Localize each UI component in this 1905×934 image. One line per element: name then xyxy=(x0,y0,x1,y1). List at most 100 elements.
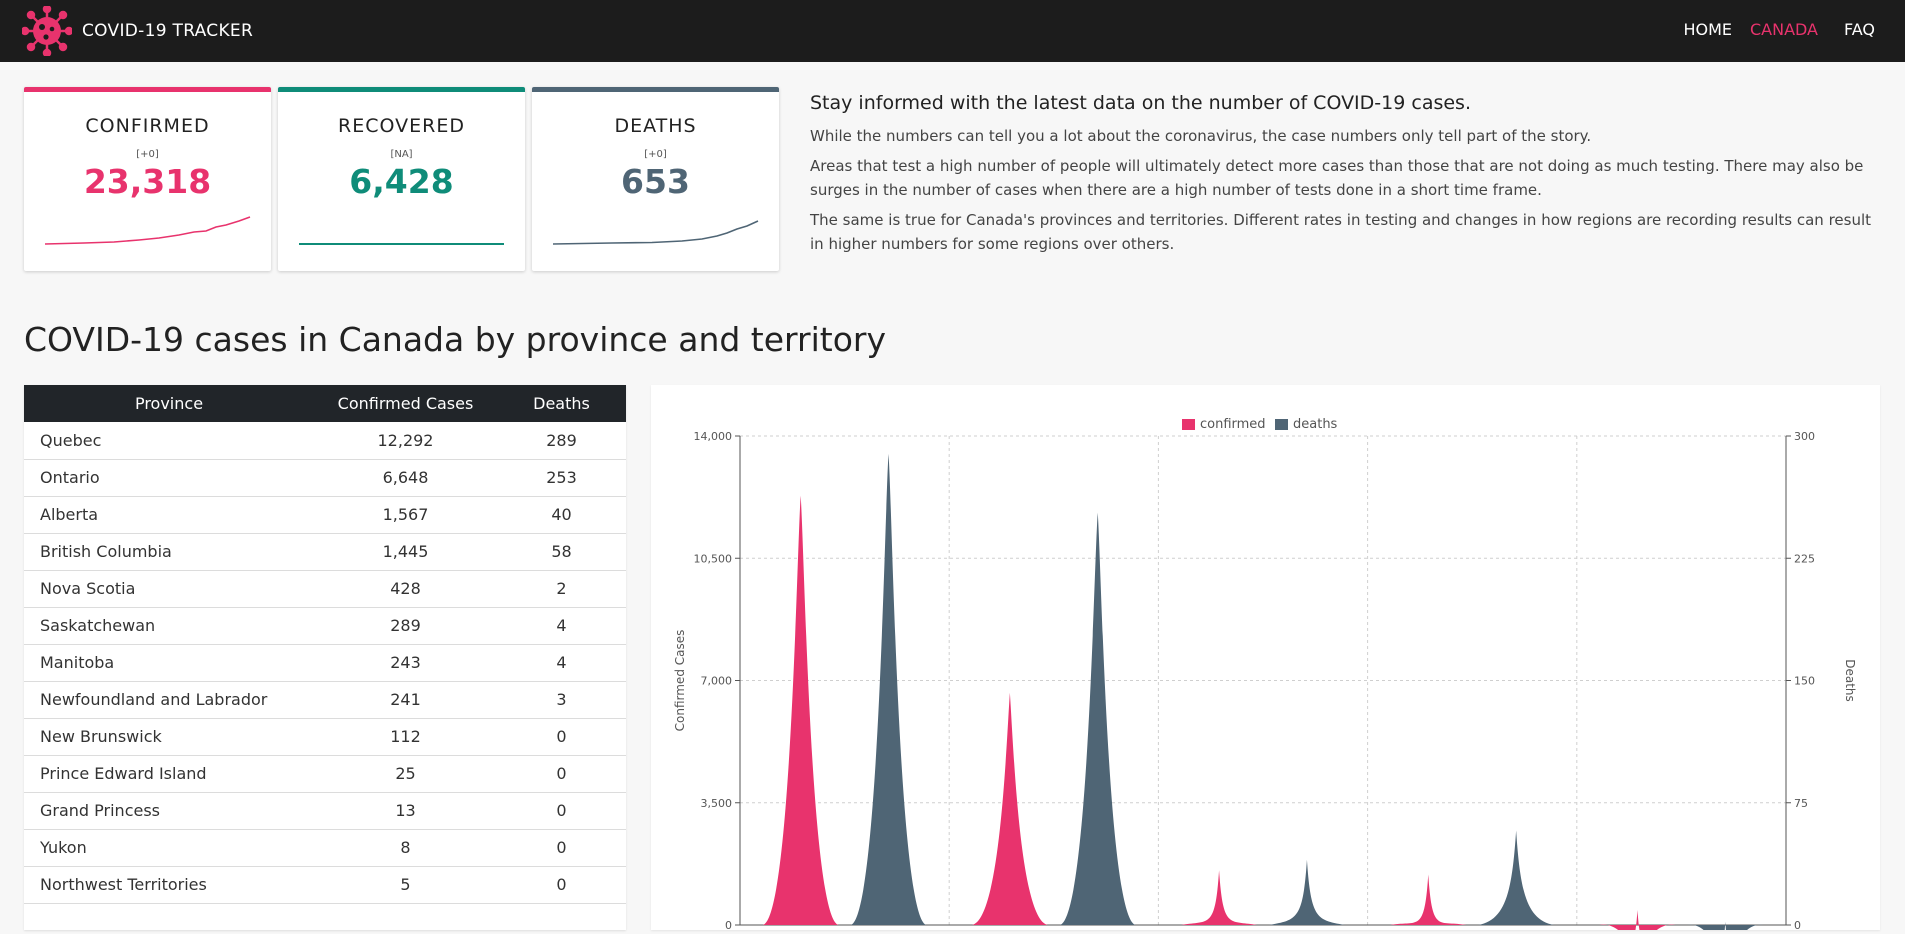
deaths-area-peak xyxy=(850,453,927,925)
deaths-accent-bar xyxy=(532,87,779,92)
recovered-card: RECOVERED [NA] 6,428 xyxy=(278,87,525,271)
left-axis-tick-label: 7,000 xyxy=(701,675,733,688)
deaths-title: DEATHS xyxy=(614,115,697,137)
left-axis-tick-label: 0 xyxy=(725,919,732,930)
deaths-area-peak xyxy=(1687,921,1764,934)
confirmed-title: CONFIRMED xyxy=(85,115,210,137)
confirmed-sparkline xyxy=(44,216,251,245)
recovered-title: RECOVERED xyxy=(338,115,465,137)
header-deaths[interactable]: Deaths xyxy=(497,385,626,422)
header-confirmed[interactable]: Confirmed Cases xyxy=(314,385,497,422)
deaths-cell: 253 xyxy=(497,459,626,497)
legend-confirmed-label: confirmed xyxy=(1200,417,1266,432)
recovered-delta: [NA] xyxy=(390,149,413,160)
province-table: Province Confirmed Cases Deaths Quebec 12… xyxy=(24,385,626,904)
info-paragraph-2: Areas that test a high number of people … xyxy=(810,157,1864,199)
info-heading: Stay informed with the latest data on th… xyxy=(810,92,1471,114)
confirmed-value: 23,318 xyxy=(83,162,212,201)
deaths-sparkline xyxy=(552,220,759,245)
recovered-value: 6,428 xyxy=(349,162,454,201)
deaths-cell: 0 xyxy=(497,755,626,793)
confirmed-area-peak xyxy=(971,692,1048,925)
table-row: Northwest Territories 5 0 xyxy=(24,866,626,904)
deaths-cell: 289 xyxy=(497,422,626,460)
confirmed-area-peak xyxy=(762,495,839,925)
confirmed-cell: 243 xyxy=(314,644,497,682)
app-title: COVID-19 TRACKER xyxy=(82,21,254,41)
province-cell: Grand Princess xyxy=(24,792,314,830)
recovered-sparkline xyxy=(299,243,504,245)
confirmed-area-peak xyxy=(1390,874,1467,925)
confirmed-cell: 428 xyxy=(314,570,497,608)
nav-home-link[interactable]: HOME xyxy=(1683,20,1732,39)
table-row: Alberta 1,567 40 xyxy=(24,496,626,534)
y2-axis-label: Deaths xyxy=(1843,659,1857,702)
confirmed-cell: 8 xyxy=(314,829,497,867)
navbar: COVID-19 TRACKER HOME CANADA FAQ xyxy=(0,0,1905,62)
province-cell: Newfoundland and Labrador xyxy=(24,681,314,719)
info-paragraph-3: The same is true for Canada's provinces … xyxy=(810,211,1872,253)
province-cell: Saskatchewan xyxy=(24,607,314,645)
province-area-chart: 0 0 3,500 75 7,000 150 10,500 225 14,000 300 Confi… xyxy=(673,417,1857,934)
nav-links: HOME CANADA FAQ xyxy=(1665,20,1875,39)
table-row: Nova Scotia 428 2 xyxy=(24,570,626,608)
brand[interactable]: COVID-19 TRACKER xyxy=(22,6,253,56)
province-cell: Manitoba xyxy=(24,644,314,682)
table-row: British Columbia 1,445 58 xyxy=(24,533,626,571)
province-cell: Quebec xyxy=(24,422,314,460)
deaths-cell: 4 xyxy=(497,607,626,645)
table-row: Grand Princess 13 0 xyxy=(24,792,626,830)
deaths-cell: 40 xyxy=(497,496,626,534)
table-row: Ontario 6,648 253 xyxy=(24,459,626,497)
right-axis-tick-label: 150 xyxy=(1794,675,1815,688)
deaths-cell: 4 xyxy=(497,644,626,682)
right-axis-tick-label: 75 xyxy=(1794,797,1808,810)
deaths-delta: [+0] xyxy=(644,149,667,160)
confirmed-cell: 112 xyxy=(314,718,497,756)
province-cell: British Columbia xyxy=(24,533,314,571)
confirmed-delta: [+0] xyxy=(136,149,159,160)
confirmed-cell: 12,292 xyxy=(314,422,497,460)
legend-confirmed-swatch xyxy=(1182,419,1195,430)
legend-deaths-label: deaths xyxy=(1293,417,1338,432)
info-panel: Stay informed with the latest data on th… xyxy=(810,92,1880,262)
deaths-area-peak xyxy=(1059,512,1136,925)
province-cell: New Brunswick xyxy=(24,718,314,756)
deaths-cell: 58 xyxy=(497,533,626,571)
deaths-cell: 2 xyxy=(497,570,626,608)
section-title: COVID-19 cases in Canada by province and… xyxy=(24,320,886,359)
deaths-cell: 0 xyxy=(497,792,626,830)
table-row: New Brunswick 112 0 xyxy=(24,718,626,756)
nav-faq-link[interactable]: FAQ xyxy=(1844,20,1875,39)
province-cell: Prince Edward Island xyxy=(24,755,314,793)
province-cell: Ontario xyxy=(24,459,314,497)
table-row: Quebec 12,292 289 xyxy=(24,422,626,460)
confirmed-area-peak xyxy=(1181,870,1258,925)
header-province[interactable]: Province xyxy=(24,385,314,422)
table-row: Prince Edward Island 25 0 xyxy=(24,755,626,793)
province-cell: Northwest Territories xyxy=(24,866,314,904)
info-paragraph-1: While the numbers can tell you a lot abo… xyxy=(810,127,1592,145)
right-axis-tick-label: 0 xyxy=(1794,919,1801,930)
deaths-cell: 0 xyxy=(497,866,626,904)
confirmed-cell: 1,567 xyxy=(314,496,497,534)
left-axis-tick-label: 3,500 xyxy=(701,797,733,810)
legend-deaths-swatch xyxy=(1275,419,1288,430)
confirmed-cell: 25 xyxy=(314,755,497,793)
confirmed-cell: 5 xyxy=(314,866,497,904)
nav-canada-link[interactable]: CANADA xyxy=(1750,20,1818,39)
province-table-container: Province Confirmed Cases Deaths Quebec 12… xyxy=(24,385,626,930)
confirmed-card: CONFIRMED [+0] 23,318 xyxy=(24,87,271,271)
province-cell: Yukon xyxy=(24,829,314,867)
chart-card: 0 0 3,500 75 7,000 150 10,500 225 14,000 300 Confi… xyxy=(651,385,1880,934)
confirmed-accent-bar xyxy=(24,87,271,92)
province-cell: Nova Scotia xyxy=(24,570,314,608)
deaths-card: DEATHS [+0] 653 xyxy=(532,87,779,271)
confirmed-cell: 289 xyxy=(314,607,497,645)
left-axis-tick-label: 10,500 xyxy=(694,552,733,565)
right-axis-tick-label: 225 xyxy=(1794,552,1815,565)
deaths-cell: 3 xyxy=(497,681,626,719)
confirmed-area-peak xyxy=(1599,910,1676,934)
confirmed-cell: 241 xyxy=(314,681,497,719)
confirmed-cell: 1,445 xyxy=(314,533,497,571)
